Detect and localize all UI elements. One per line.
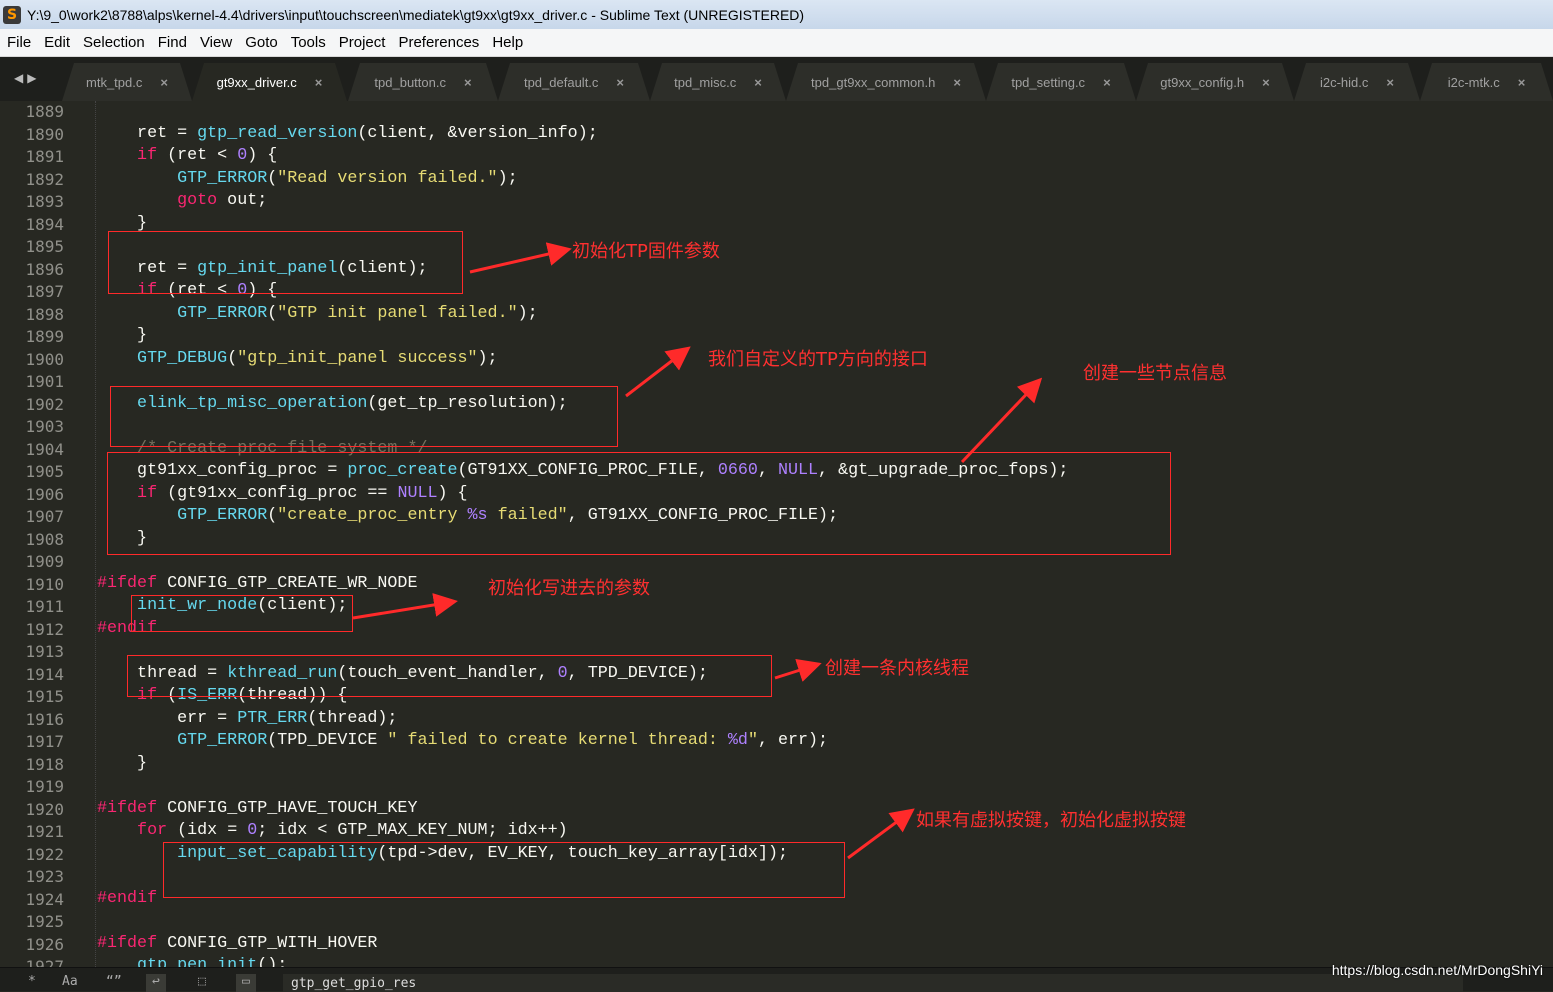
annotation-arrows <box>352 242 1043 860</box>
arrow-icon <box>847 808 915 860</box>
arrow-icon <box>352 593 458 620</box>
arrow-icon <box>960 377 1043 464</box>
arrow-icon <box>774 659 822 682</box>
arrow-icon <box>625 346 691 398</box>
arrow-icon <box>469 242 572 274</box>
